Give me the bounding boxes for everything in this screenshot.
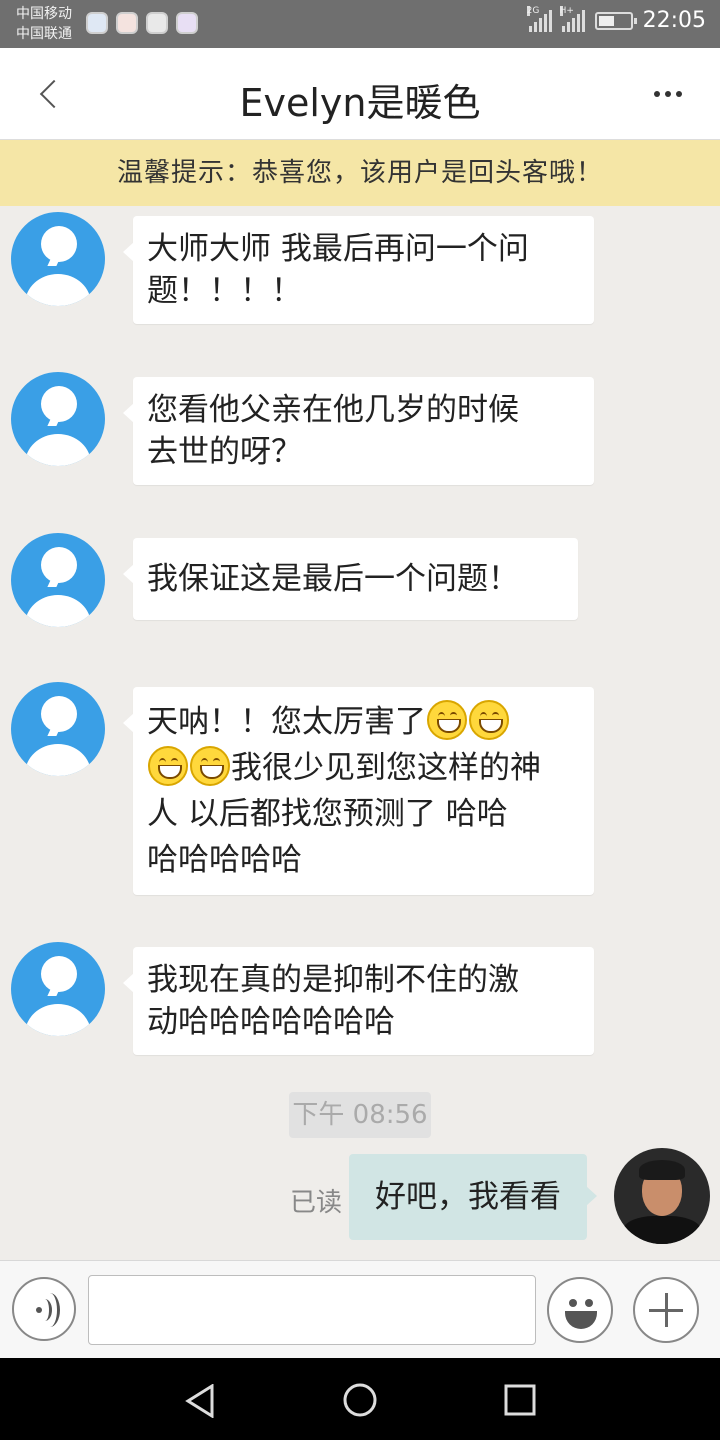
smile-emoji-icon [469,700,509,740]
emoji-icon[interactable] [547,1277,613,1343]
signal-icon-1: 2G [526,5,552,32]
smile-emoji-icon [427,700,467,740]
battery-level [598,15,614,26]
contact-avatar[interactable] [11,372,105,466]
smile-emoji-icon [190,746,230,786]
message-text: 天呐！！您太厉害了 [147,704,426,740]
system-nav-bar [0,1358,720,1440]
returning-customer-notice: 温馨提示：恭喜您，该用户是回头客哦！ [0,140,720,206]
message-text: 动哈哈哈哈哈哈哈 [147,1004,395,1040]
message-text: 去世的呀？ [147,434,302,470]
weibo-app-icon [86,12,108,34]
message-list[interactable]: 大师大师 我最后再问一个问 题！！！！ 您看他父亲在他几岁的时候 去世的呀？ 我… [0,206,720,1260]
signal-icon-2: H+ [559,5,585,32]
more-dots-icon[interactable] [646,76,690,112]
carrier-info: 中国移动 中国联通 [16,4,72,44]
message-input-bar [0,1260,720,1358]
message-text: 我很少见到您这样的神 [231,750,541,786]
network-type-1: 2G [526,5,540,16]
battery-icon [594,11,637,30]
message-text: 大师大师 我最后再问一个问 [147,231,529,267]
message-timestamp: 下午 08:56 [289,1092,431,1138]
message-text: 我现在真的是抑制不住的激 [147,962,519,998]
message-bubble[interactable]: 天呐！！您太厉害了 我很少见到您这样的神 人 以后都找您预测了 哈哈 哈哈哈哈哈 [123,687,594,895]
message-text: 哈哈哈哈哈 [147,842,302,878]
message-bubble[interactable]: 我保证这是最后一个问题！ [123,538,578,620]
message-text: 我保证这是最后一个问题！ [147,561,519,597]
voice-icon[interactable] [12,1277,76,1341]
message-bubble[interactable]: 我现在真的是抑制不住的激 动哈哈哈哈哈哈哈 [123,947,594,1055]
message-bubble[interactable]: 大师大师 我最后再问一个问 题！！！！ [123,216,594,324]
contact-avatar[interactable] [11,212,105,306]
message-text: 好吧，我看看 [375,1179,561,1215]
plus-icon[interactable] [633,1277,699,1343]
message-text: 题！！！！ [147,273,302,309]
status-time: 22:05 [642,8,706,33]
shield-app-icon [146,12,168,34]
browser-app-icon [116,12,138,34]
smile-emoji-icon [148,746,188,786]
nav-recent-icon[interactable] [504,1384,536,1416]
contact-avatar[interactable] [11,942,105,1036]
contact-avatar[interactable] [11,682,105,776]
outgoing-message-bubble[interactable]: 好吧，我看看 [349,1154,597,1240]
carrier-name-1: 中国移动 [16,6,72,22]
network-type-2: H+ [559,5,574,16]
contact-avatar[interactable] [11,533,105,627]
message-bubble[interactable]: 您看他父亲在他几岁的时候 去世的呀？ [123,377,594,485]
message-input[interactable] [88,1275,536,1345]
nav-home-icon[interactable] [342,1382,378,1418]
chat-title: Evelyn是暖色 [239,81,481,125]
message-text: 人 以后都找您预测了 哈哈 [147,796,508,832]
carrier-name-2: 中国联通 [16,26,72,42]
read-receipt: 已读 [290,1188,343,1218]
status-indicators: 2G H+ 22:05 [526,5,706,33]
chat-header: Evelyn是暖色 [0,48,720,140]
my-avatar[interactable] [614,1148,710,1244]
gallery-app-icon [176,12,198,34]
status-bar: 中国移动 中国联通 2G H+ 22:05 [0,0,720,48]
message-text: 您看他父亲在他几岁的时候 [147,392,519,428]
notification-icons [86,12,198,34]
